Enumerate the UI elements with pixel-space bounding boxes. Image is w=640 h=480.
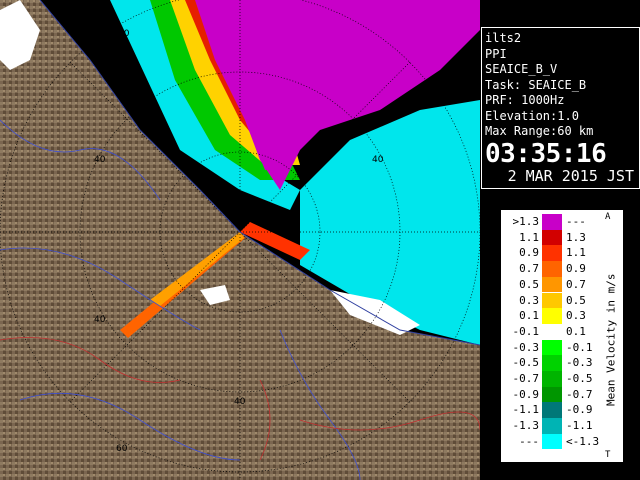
legend-row-min: --- (519, 434, 539, 448)
prf-label: PRF: 1000Hz (485, 93, 565, 107)
legend-row: >1.3 --- (505, 214, 605, 230)
legend-swatch (542, 402, 562, 419)
scan-time: 03:35:16 (485, 138, 607, 169)
legend-row-max: 1.1 (566, 246, 586, 260)
legend-row-min: 0.1 (519, 309, 539, 323)
legend-top-marker: A (605, 212, 611, 222)
velocity-legend: >1.3 --- 1.1 1.3 0.9 1.1 0.7 0.9 0.5 0.7 0.3 0.5 0.1… (500, 209, 624, 463)
legend-swatch (542, 276, 562, 293)
legend-row-min: -0.3 (512, 340, 540, 354)
elevation-label: Elevation:1.0 (485, 108, 579, 123)
range-label-upper-right: 40 (372, 155, 384, 165)
legend-swatch (542, 323, 562, 340)
range-label-bottom: 40 (234, 397, 246, 407)
legend-row-min: 0.9 (519, 246, 539, 260)
legend-row: -0.7 -0.5 (505, 371, 605, 387)
legend-row: -0.3 -0.1 (505, 339, 605, 356)
legend-row-max: 0.7 (566, 277, 586, 291)
range-label-left-lower: 40 (94, 315, 106, 325)
legend-row-max: -0.9 (566, 403, 593, 417)
legend-row: -0.5 -0.3 (505, 355, 605, 371)
legend-row-min: -0.1 (512, 324, 540, 338)
legend-row: 1.1 1.3 (505, 229, 605, 246)
legend-swatch (542, 355, 562, 371)
radar-name: ilts2 (485, 31, 522, 45)
task-label: Task: SEAICE_B (485, 77, 587, 92)
legend-row: -0.1 0.1 (505, 323, 605, 340)
legend-swatch (542, 418, 562, 434)
legend-row-min: 0.5 (519, 277, 539, 291)
legend-row: 0.1 0.3 (505, 308, 605, 324)
legend-row-max: -0.1 (566, 340, 593, 354)
legend-row-max: 1.3 (566, 230, 586, 244)
legend-swatch (542, 214, 562, 230)
legend-title: Mean Velocity in m/s (604, 273, 618, 407)
legend-row: 0.7 0.9 (505, 261, 605, 277)
legend-row-min: -0.7 (512, 372, 540, 385)
legend-row-max: 0.1 (566, 324, 586, 338)
legend-row-min: -1.1 (512, 403, 540, 417)
legend-row-max: -0.7 (566, 387, 593, 401)
range-label-upper-left: 60 (118, 29, 130, 39)
product-name: SEAICE_B_V (485, 62, 558, 76)
legend-row-min: 0.7 (519, 262, 539, 276)
info-panel: ilts2 PPI SEAICE_B_V Task: SEAICE_B PRF:… (481, 27, 640, 189)
legend-row-min: >1.3 (512, 215, 540, 228)
legend-row-max: 0.3 (566, 309, 586, 323)
radar-map: 60 40 40 40 40 60 (0, 0, 480, 480)
legend-swatch (542, 229, 562, 246)
legend-swatch (542, 339, 562, 356)
legend-row-max: 0.9 (566, 262, 586, 276)
legend-row: 0.5 0.7 (505, 276, 605, 293)
legend-swatch (542, 433, 562, 450)
legend-row-min: 0.3 (519, 293, 539, 307)
legend-row: 0.9 1.1 (505, 245, 605, 262)
legend-swatch (542, 371, 562, 387)
legend-row-max: -0.5 (566, 372, 593, 385)
legend-swatch (542, 245, 562, 262)
legend-bottom-marker: T (605, 450, 611, 460)
legend-row-min: 1.1 (519, 230, 539, 244)
scan-date: 2 MAR 2015 JST (507, 166, 634, 185)
legend-row-min: -0.5 (512, 356, 540, 370)
scan-type: PPI (485, 46, 507, 61)
legend-swatch (542, 261, 562, 277)
legend-swatch (542, 308, 562, 324)
legend-row-max: -0.3 (566, 356, 593, 370)
legend-row-max: --- (566, 215, 586, 228)
max-range-label: Max Range:60 km (485, 124, 594, 138)
legend-row: 0.3 0.5 (505, 292, 605, 309)
legend-row: -1.3 -1.1 (505, 418, 605, 434)
legend-row: -0.9 -0.7 (505, 386, 605, 403)
legend-row-min: -0.9 (512, 387, 540, 401)
legend-row: -1.1 -0.9 (505, 402, 605, 419)
legend-row-max: 0.5 (566, 293, 586, 307)
legend-row-min: -1.3 (512, 419, 540, 433)
legend-swatch (542, 292, 562, 309)
range-label-bottom-left: 60 (116, 444, 128, 454)
legend-swatch (542, 386, 562, 403)
legend-row-max: <-1.3 (566, 434, 600, 448)
legend-row-max: -1.1 (566, 419, 593, 433)
range-label-left-mid: 40 (94, 155, 106, 165)
legend-row: --- <-1.3 (505, 433, 605, 450)
